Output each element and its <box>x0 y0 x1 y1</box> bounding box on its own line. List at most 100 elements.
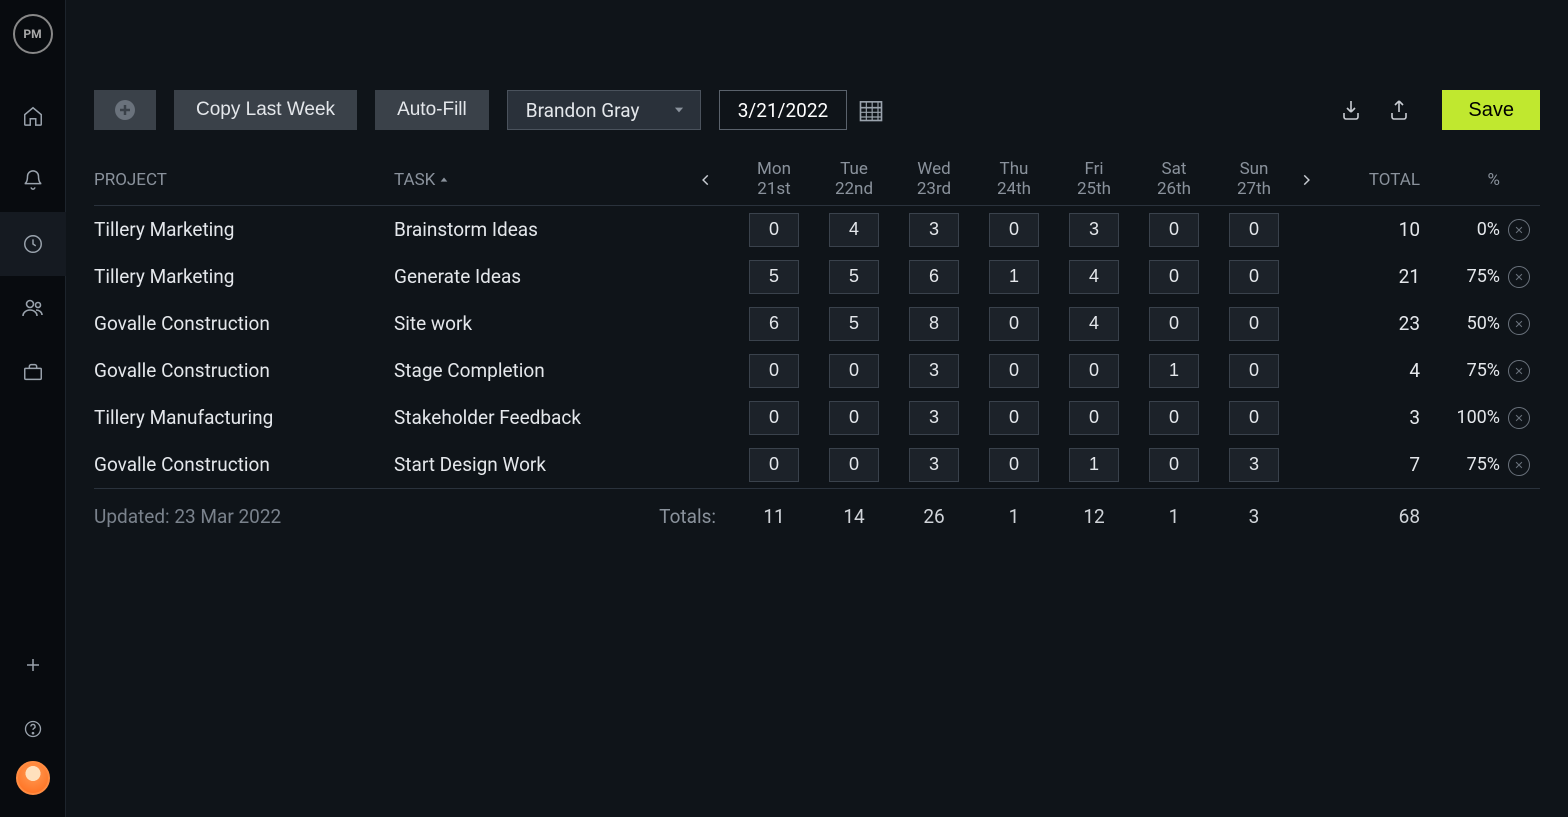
hour-input[interactable] <box>1069 260 1119 294</box>
hour-input[interactable] <box>909 307 959 341</box>
hour-input[interactable] <box>829 213 879 247</box>
export-button[interactable] <box>1384 95 1414 125</box>
hour-input[interactable] <box>1229 307 1279 341</box>
hour-input[interactable] <box>1229 401 1279 435</box>
hour-input[interactable] <box>909 260 959 294</box>
table-row: Tillery ManufacturingStakeholder Feedbac… <box>94 394 1540 441</box>
delete-row-button[interactable] <box>1508 266 1530 288</box>
hour-input[interactable] <box>1149 307 1199 341</box>
delete-row-button[interactable] <box>1508 407 1530 429</box>
table-row: Tillery MarketingGenerate Ideas2175% <box>94 253 1540 300</box>
delete-row-button[interactable] <box>1508 454 1530 476</box>
prev-week-button[interactable] <box>694 168 718 192</box>
close-icon <box>1514 413 1524 423</box>
nav-people[interactable] <box>0 276 66 340</box>
nav-projects[interactable] <box>0 340 66 404</box>
delete-row-button[interactable] <box>1508 313 1530 335</box>
nav-notifications[interactable] <box>0 148 66 212</box>
hour-input[interactable] <box>1149 213 1199 247</box>
project-cell: Tillery Marketing <box>94 265 394 288</box>
task-cell: Stage Completion <box>394 359 694 382</box>
day-total: 3 <box>1214 505 1294 528</box>
user-select[interactable]: Brandon Gray <box>507 90 701 130</box>
nav-add[interactable] <box>0 633 66 697</box>
main-content: Copy Last Week Auto-Fill Brandon Gray 3/… <box>66 0 1568 817</box>
hour-input[interactable] <box>989 401 1039 435</box>
day-total: 1 <box>974 505 1054 528</box>
row-total: 23 <box>1334 312 1424 335</box>
copy-last-week-button[interactable]: Copy Last Week <box>174 90 357 130</box>
hour-input[interactable] <box>1149 260 1199 294</box>
hour-input[interactable] <box>1229 260 1279 294</box>
hour-input[interactable] <box>1069 354 1119 388</box>
updated-label: Updated: 23 Mar 2022 <box>94 505 394 528</box>
hour-input[interactable] <box>909 354 959 388</box>
briefcase-icon <box>22 361 44 383</box>
hour-input[interactable] <box>1229 448 1279 482</box>
people-icon <box>21 296 45 320</box>
save-button[interactable]: Save <box>1442 90 1540 130</box>
grand-total: 68 <box>1334 505 1424 528</box>
home-icon <box>22 105 44 127</box>
hour-input[interactable] <box>749 213 799 247</box>
delete-row-button[interactable] <box>1508 360 1530 382</box>
nav-home[interactable] <box>0 84 66 148</box>
auto-fill-button[interactable]: Auto-Fill <box>375 90 489 130</box>
day-header: Fri25th <box>1054 160 1134 199</box>
hour-input[interactable] <box>1069 401 1119 435</box>
hour-input[interactable] <box>749 354 799 388</box>
day-header: Sat26th <box>1134 160 1214 199</box>
hour-input[interactable] <box>829 448 879 482</box>
date-input[interactable]: 3/21/2022 <box>719 90 847 130</box>
project-cell: Govalle Construction <box>94 359 394 382</box>
task-cell: Start Design Work <box>394 453 694 476</box>
hour-input[interactable] <box>989 307 1039 341</box>
task-cell: Generate Ideas <box>394 265 694 288</box>
close-icon <box>1514 319 1524 329</box>
calendar-icon[interactable] <box>857 96 885 124</box>
hour-input[interactable] <box>909 213 959 247</box>
hour-input[interactable] <box>989 260 1039 294</box>
hour-input[interactable] <box>749 448 799 482</box>
row-total: 10 <box>1334 218 1424 241</box>
hour-input[interactable] <box>989 448 1039 482</box>
hour-input[interactable] <box>829 260 879 294</box>
bell-icon <box>22 169 44 191</box>
nav-timesheet[interactable] <box>0 212 66 276</box>
project-cell: Govalle Construction <box>94 312 394 335</box>
project-header[interactable]: PROJECT <box>94 170 394 190</box>
delete-row-button[interactable] <box>1508 219 1530 241</box>
hour-input[interactable] <box>1149 354 1199 388</box>
hour-input[interactable] <box>1069 448 1119 482</box>
hour-input[interactable] <box>989 354 1039 388</box>
hour-input[interactable] <box>749 307 799 341</box>
hour-input[interactable] <box>909 448 959 482</box>
hour-input[interactable] <box>829 307 879 341</box>
hour-input[interactable] <box>749 260 799 294</box>
hour-input[interactable] <box>1229 213 1279 247</box>
next-week-button[interactable] <box>1294 168 1318 192</box>
chevron-right-icon <box>1299 173 1313 187</box>
hour-input[interactable] <box>1069 307 1119 341</box>
user-avatar[interactable] <box>16 761 50 795</box>
hour-input[interactable] <box>829 401 879 435</box>
hour-input[interactable] <box>989 213 1039 247</box>
close-icon <box>1514 272 1524 282</box>
hour-input[interactable] <box>1229 354 1279 388</box>
hour-input[interactable] <box>1149 448 1199 482</box>
add-row-button[interactable] <box>94 90 156 130</box>
hour-input[interactable] <box>909 401 959 435</box>
hour-input[interactable] <box>1149 401 1199 435</box>
hour-input[interactable] <box>749 401 799 435</box>
task-header[interactable]: TASK <box>394 170 694 190</box>
table-row: Govalle ConstructionSite work2350% <box>94 300 1540 347</box>
app-logo: PM <box>13 14 53 54</box>
timesheet-table: PROJECT TASK Mon21st Tue22nd Wed23rd Thu… <box>66 154 1568 544</box>
row-percent: 75% <box>1424 454 1504 475</box>
left-sidebar: PM <box>0 0 66 817</box>
hour-input[interactable] <box>829 354 879 388</box>
import-button[interactable] <box>1336 95 1366 125</box>
task-cell: Stakeholder Feedback <box>394 406 694 429</box>
nav-help[interactable] <box>0 697 66 761</box>
hour-input[interactable] <box>1069 213 1119 247</box>
